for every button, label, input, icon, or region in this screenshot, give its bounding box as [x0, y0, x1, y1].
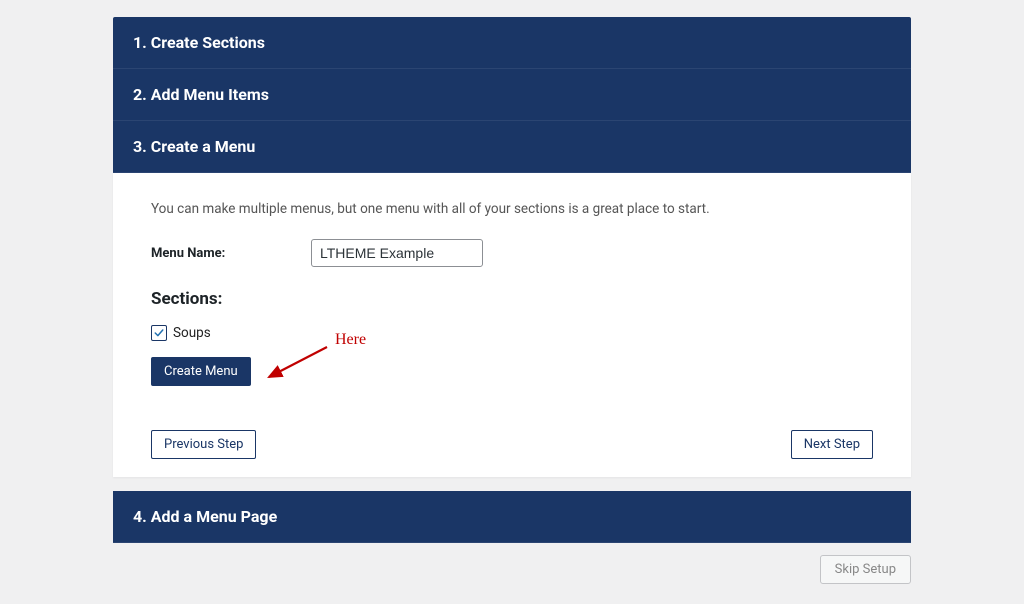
section-label-soups: Soups: [173, 325, 211, 341]
section-item-row: Soups: [151, 325, 873, 341]
annotation-text: Here: [335, 331, 366, 349]
step-header-1[interactable]: 1. Create Sections: [113, 17, 911, 69]
step-header-3[interactable]: 3. Create a Menu: [113, 121, 911, 173]
annotation-arrow-icon: [259, 339, 339, 389]
intro-text: You can make multiple menus, but one men…: [151, 201, 873, 217]
step-header-4[interactable]: 4. Add a Menu Page: [113, 491, 911, 543]
next-step-button[interactable]: Next Step: [791, 430, 873, 459]
skip-setup-button[interactable]: Skip Setup: [820, 555, 911, 584]
step-panel-3: You can make multiple menus, but one men…: [113, 173, 911, 477]
menu-name-row: Menu Name:: [151, 239, 873, 267]
sections-heading: Sections:: [151, 289, 873, 309]
menu-name-input[interactable]: [311, 239, 483, 267]
previous-step-button[interactable]: Previous Step: [151, 430, 256, 459]
menu-name-label: Menu Name:: [151, 246, 311, 261]
create-menu-button[interactable]: Create Menu: [151, 357, 251, 386]
section-checkbox-soups[interactable]: [151, 325, 167, 341]
check-icon: [153, 327, 165, 339]
step-header-2[interactable]: 2. Add Menu Items: [113, 69, 911, 121]
